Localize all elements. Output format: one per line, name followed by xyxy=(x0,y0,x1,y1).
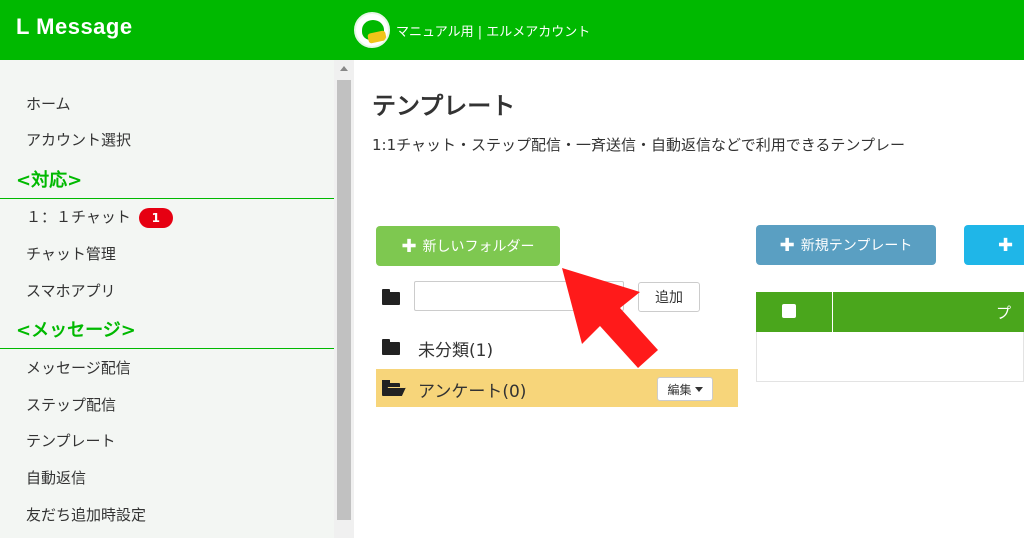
template-table-header: プ xyxy=(756,292,1024,332)
sidebar-scrollbar[interactable] xyxy=(334,60,354,538)
brand-logo[interactable]: L Message xyxy=(16,14,133,40)
new-template-button-label: 新規テンプレート xyxy=(800,238,913,254)
folder-edit-dropdown[interactable]: 編集 xyxy=(657,377,713,401)
folder-edit-label: 編集 xyxy=(667,382,692,397)
scroll-thumb[interactable] xyxy=(337,80,351,520)
unread-badge: 1 xyxy=(138,207,173,228)
new-template-button[interactable]: ✚ 新規テンプレート xyxy=(756,225,936,265)
sidebar-item-template[interactable]: テンプレート xyxy=(26,430,116,451)
account-avatar xyxy=(354,12,390,48)
sidebar-item-smartphone-app[interactable]: スマホアプリ xyxy=(26,280,116,301)
folder-icon xyxy=(382,339,400,355)
sidebar-divider xyxy=(0,348,334,349)
new-folder-button[interactable]: ✚ 新しいフォルダー xyxy=(376,226,560,266)
scroll-up-arrow-icon[interactable] xyxy=(340,66,348,71)
sidebar-item-chat-management[interactable]: チャット管理 xyxy=(26,243,116,264)
folder-item-label: 未分類(1) xyxy=(418,341,494,361)
arrow-shape xyxy=(562,268,658,368)
red-arrow-annotation xyxy=(562,268,658,368)
main-content: テンプレート 1:1チャット・ステップ配信・一斉送信・自動返信などで利用できるテ… xyxy=(354,60,1024,538)
plus-icon: ✚ xyxy=(779,234,795,256)
new-folder-button-label: 新しいフォルダー xyxy=(422,239,535,255)
sidebar-item-chat-label: １：１チャット xyxy=(26,208,131,226)
plus-icon: ✚ xyxy=(998,234,1014,256)
folder-icon xyxy=(382,289,400,305)
sidebar-item-friend-add-settings[interactable]: 友だち追加時設定 xyxy=(26,504,146,525)
extra-action-button[interactable]: ✚ xyxy=(964,225,1024,265)
app-header: L Message マニュアル用 | エルメアカウント xyxy=(0,0,1024,60)
caret-down-icon xyxy=(694,386,703,392)
sidebar-item-home[interactable]: ホーム xyxy=(26,93,71,114)
folder-item-label: アンケート(0) xyxy=(418,382,527,402)
select-all-cell xyxy=(756,292,833,332)
sidebar-item-account-select[interactable]: アカウント選択 xyxy=(26,129,131,150)
sidebar-divider xyxy=(0,198,334,199)
account-name: マニュアル用 | エルメアカウント xyxy=(396,24,591,40)
folder-open-icon xyxy=(382,380,407,396)
sidebar-item-message-delivery[interactable]: メッセージ配信 xyxy=(26,357,131,378)
account-switcher[interactable]: マニュアル用 | エルメアカウント xyxy=(354,12,590,48)
plus-icon: ✚ xyxy=(401,235,417,257)
sidebar-item-step-delivery[interactable]: ステップ配信 xyxy=(26,394,116,415)
sidebar-section-message: <メッセージ> xyxy=(16,320,136,341)
page-description: 1:1チャット・ステップ配信・一斉送信・自動返信などで利用できるテンプレー xyxy=(372,136,905,154)
table-header-label: プ xyxy=(996,304,1012,322)
select-all-checkbox[interactable] xyxy=(782,304,796,318)
sidebar-section-support: <対応> xyxy=(16,170,83,191)
sidebar: ホーム アカウント選択 <対応> １：１チャット 1 チャット管理 スマホアプリ … xyxy=(0,60,354,538)
sidebar-item-auto-reply[interactable]: 自動返信 xyxy=(26,467,86,488)
template-table-body xyxy=(756,332,1024,382)
page-title: テンプレート xyxy=(372,92,516,120)
sidebar-item-chat[interactable]: １：１チャット 1 xyxy=(26,206,173,228)
